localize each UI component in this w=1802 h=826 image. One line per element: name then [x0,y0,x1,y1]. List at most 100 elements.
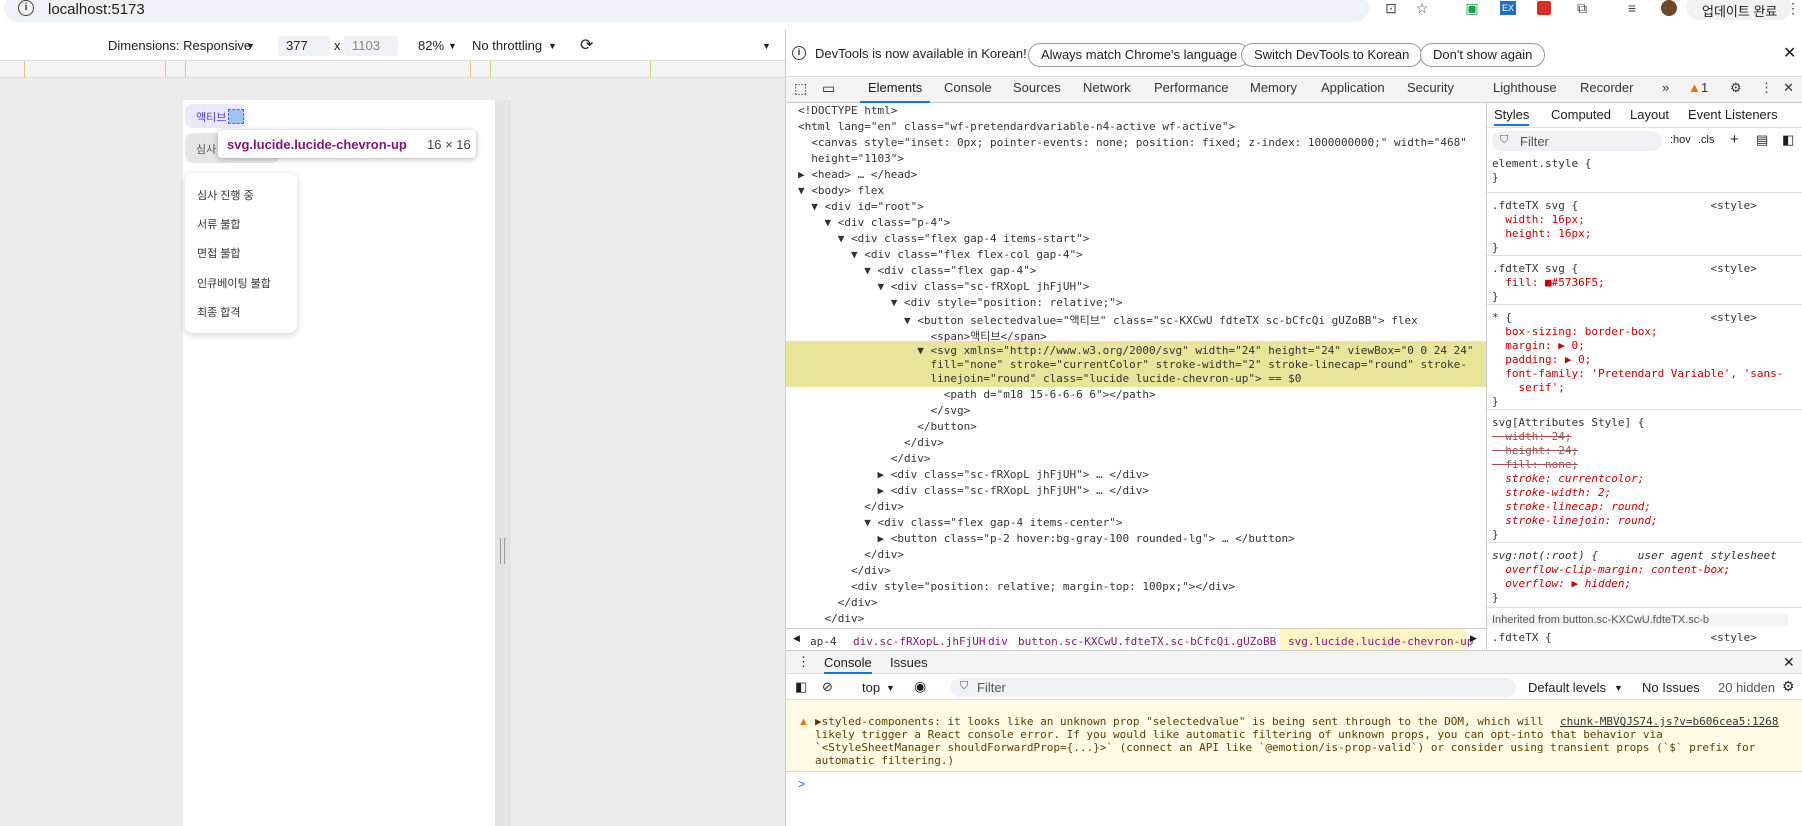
dom-node-line[interactable]: ▼ <div style="position: relative;"> [798,296,1123,309]
dom-node-line[interactable]: </div> [798,596,878,609]
dom-node-line[interactable]: ▼ <div id="root"> [798,200,924,213]
chevron-right-icon[interactable]: ▶ [1470,633,1477,644]
tab-lighthouse[interactable]: Lighthouse [1493,80,1557,95]
dom-node-line[interactable]: <!DOCTYPE html> [798,104,897,117]
tab-computed[interactable]: Computed [1551,107,1611,122]
style-rule-line[interactable]: fill: none; [1492,458,1578,471]
clear-console-icon[interactable]: ⊘ [822,679,833,695]
log-levels-select[interactable]: Default levels [1528,680,1606,695]
dom-node-line[interactable]: </div> [798,548,904,561]
style-rule-line[interactable]: serif'; [1492,381,1564,394]
dom-node-line[interactable]: </div> [798,612,864,625]
dom-node-line[interactable]: </div> [798,500,904,513]
dom-node-line[interactable]: ▼ <div class="p-4"> [798,216,950,229]
reading-list-icon[interactable]: ≡ [1623,0,1641,16]
style-rule-line[interactable]: } [1492,241,1499,254]
dropdown-item[interactable]: 최종 합격 [197,304,241,320]
more-icon[interactable]: ⋮ [1760,80,1773,96]
profile-avatar-icon[interactable] [1661,0,1677,16]
style-rule-line[interactable]: } [1492,528,1499,541]
sidebar-toggle-icon[interactable]: ◧ [1782,132,1794,148]
dont-show-button[interactable]: Don't show again [1420,43,1546,67]
style-rule-line[interactable]: height: 16px; [1492,227,1591,240]
style-rule-line[interactable]: .fdteTX { <style> [1492,631,1757,644]
star-icon[interactable]: ☆ [1413,0,1431,16]
style-rule-line[interactable]: element.style { [1492,157,1591,170]
drawer-menu-icon[interactable]: ⋮ [797,654,810,670]
height-input[interactable]: 1103 [344,36,398,56]
rotate-icon[interactable]: ⟳ [580,35,593,55]
style-rule-line[interactable]: overflow: ▶ hidden; [1492,577,1631,590]
style-rule-line[interactable]: width: 24; [1492,430,1571,443]
tab-console-drawer[interactable]: Console [824,655,872,674]
context-select[interactable]: top [862,680,880,695]
style-rule-line[interactable]: } [1492,591,1499,604]
tab-issues[interactable]: Issues [890,655,928,670]
dom-node-line[interactable]: <div style="position: relative; margin-t… [798,580,1235,593]
style-rule-line[interactable]: .fdteTX svg { <style> [1492,199,1757,212]
dom-node-line[interactable]: ▶ <div class="sc-fRXopL jhFjUH"> … </div… [798,468,1149,481]
breadcrumb-item[interactable]: ap-4 [810,635,837,648]
dom-node-line[interactable]: ▼ <div class="flex gap-4 items-start"> [798,232,1090,245]
style-rule-line[interactable]: stroke-width: 2; [1492,486,1611,499]
match-language-button[interactable]: Always match Chrome's language [1028,43,1251,67]
breadcrumb-item[interactable]: div.sc-fRXopL.jhFjUH [853,635,985,648]
zoom-select[interactable]: 82% [418,38,444,53]
tab-styles[interactable]: Styles [1494,107,1530,126]
chevron-left-icon[interactable]: ◀ [793,633,800,644]
console-prompt[interactable]: > [798,777,805,791]
tab-console[interactable]: Console [944,80,992,95]
style-rule-line[interactable]: } [1492,290,1499,303]
ex-extension-icon[interactable]: EX [1500,1,1516,15]
paint-icon[interactable]: ▤ [1756,132,1768,148]
dom-node-line[interactable]: linejoin="round" class="lucide lucide-ch… [798,372,1301,385]
viewport-resize-area[interactable] [495,100,511,826]
style-rule-line[interactable]: Inherited from button.sc-KXCwU.fdteTX.sc… [1487,614,1788,626]
style-rule-line[interactable]: overflow-clip-margin: content-box; [1492,563,1730,576]
translate-icon[interactable]: ⊡ [1382,0,1400,16]
dom-node-line[interactable]: </div> [798,452,931,465]
add-rule-icon[interactable]: + [1730,131,1739,148]
breadcrumb-item[interactable]: button.sc-KXCwU.fdteTX.sc-bCfcQi.gUZoBB [1018,635,1276,648]
tab-recorder[interactable]: Recorder [1580,80,1633,95]
dom-node-line[interactable]: <canvas style="inset: 0px; pointer-event… [798,136,1467,149]
dom-node-line[interactable]: <path d="m18 15-6-6-6 6"></path> [798,388,1156,401]
switch-korean-button[interactable]: Switch DevTools to Korean [1241,43,1423,67]
tab-memory[interactable]: Memory [1250,80,1297,95]
dom-node-line[interactable]: ▼ <body> flex [798,184,884,197]
dom-node-line[interactable]: ▶ <div class="sc-fRXopL jhFjUH"> … </div… [798,484,1149,497]
more-options-icon[interactable]: ▼ [762,41,771,51]
style-rule-line[interactable]: stroke-linejoin: round; [1492,514,1657,527]
issues-count[interactable]: No Issues [1642,680,1700,695]
url-text[interactable]: localhost:5173 [48,1,145,18]
style-rule-line[interactable]: height: 24; [1492,444,1578,457]
dom-node-line[interactable]: </svg> [798,404,970,417]
dom-node-line[interactable]: ▶ <head> … </head> [798,168,917,181]
style-rule-line[interactable]: width: 16px; [1492,213,1584,226]
dropdown-item[interactable]: 인큐베이팅 불합 [197,275,271,291]
more-icon[interactable]: ⋮ [1784,0,1802,16]
style-rule-line[interactable]: stroke-linecap: round; [1492,500,1651,513]
address-bar[interactable] [4,0,1369,22]
dropdown-item[interactable]: 면접 불합 [197,245,241,261]
settings-icon[interactable]: ⚙ [1730,80,1742,96]
style-rule-line[interactable]: padding: ▶ 0; [1492,353,1591,366]
close-icon[interactable]: ✕ [1783,654,1795,671]
tab-performance[interactable]: Performance [1154,80,1228,95]
cls-toggle[interactable]: .cls [1698,134,1715,146]
dom-node-line[interactable]: height="1103"> [798,152,904,165]
close-icon[interactable]: ✕ [1783,43,1796,63]
dom-node-line[interactable]: </div> [798,436,944,449]
dom-node-line[interactable]: <span>액티브</span> [798,328,1046,344]
dom-node-line[interactable]: <html lang="en" class="wf-pretendardvari… [798,120,1235,133]
dom-node-line[interactable]: ▼ <div class="flex gap-4"> [798,264,1036,277]
dimensions-select[interactable]: Dimensions: Responsive [108,38,251,53]
warning-source-link[interactable]: chunk-MBVQJS74.js?v=b606cea5:1268 [1560,715,1779,728]
style-rule-line[interactable]: } [1492,395,1499,408]
tab-security[interactable]: Security [1407,80,1454,95]
style-rule-line[interactable]: font-family: 'Pretendard Variable', 'san… [1492,367,1783,380]
throttling-select[interactable]: No throttling [472,38,542,53]
style-rule-line[interactable]: .fdteTX svg { <style> [1492,262,1757,275]
console-filter-input[interactable] [950,678,1516,697]
resize-handle[interactable] [500,538,505,564]
